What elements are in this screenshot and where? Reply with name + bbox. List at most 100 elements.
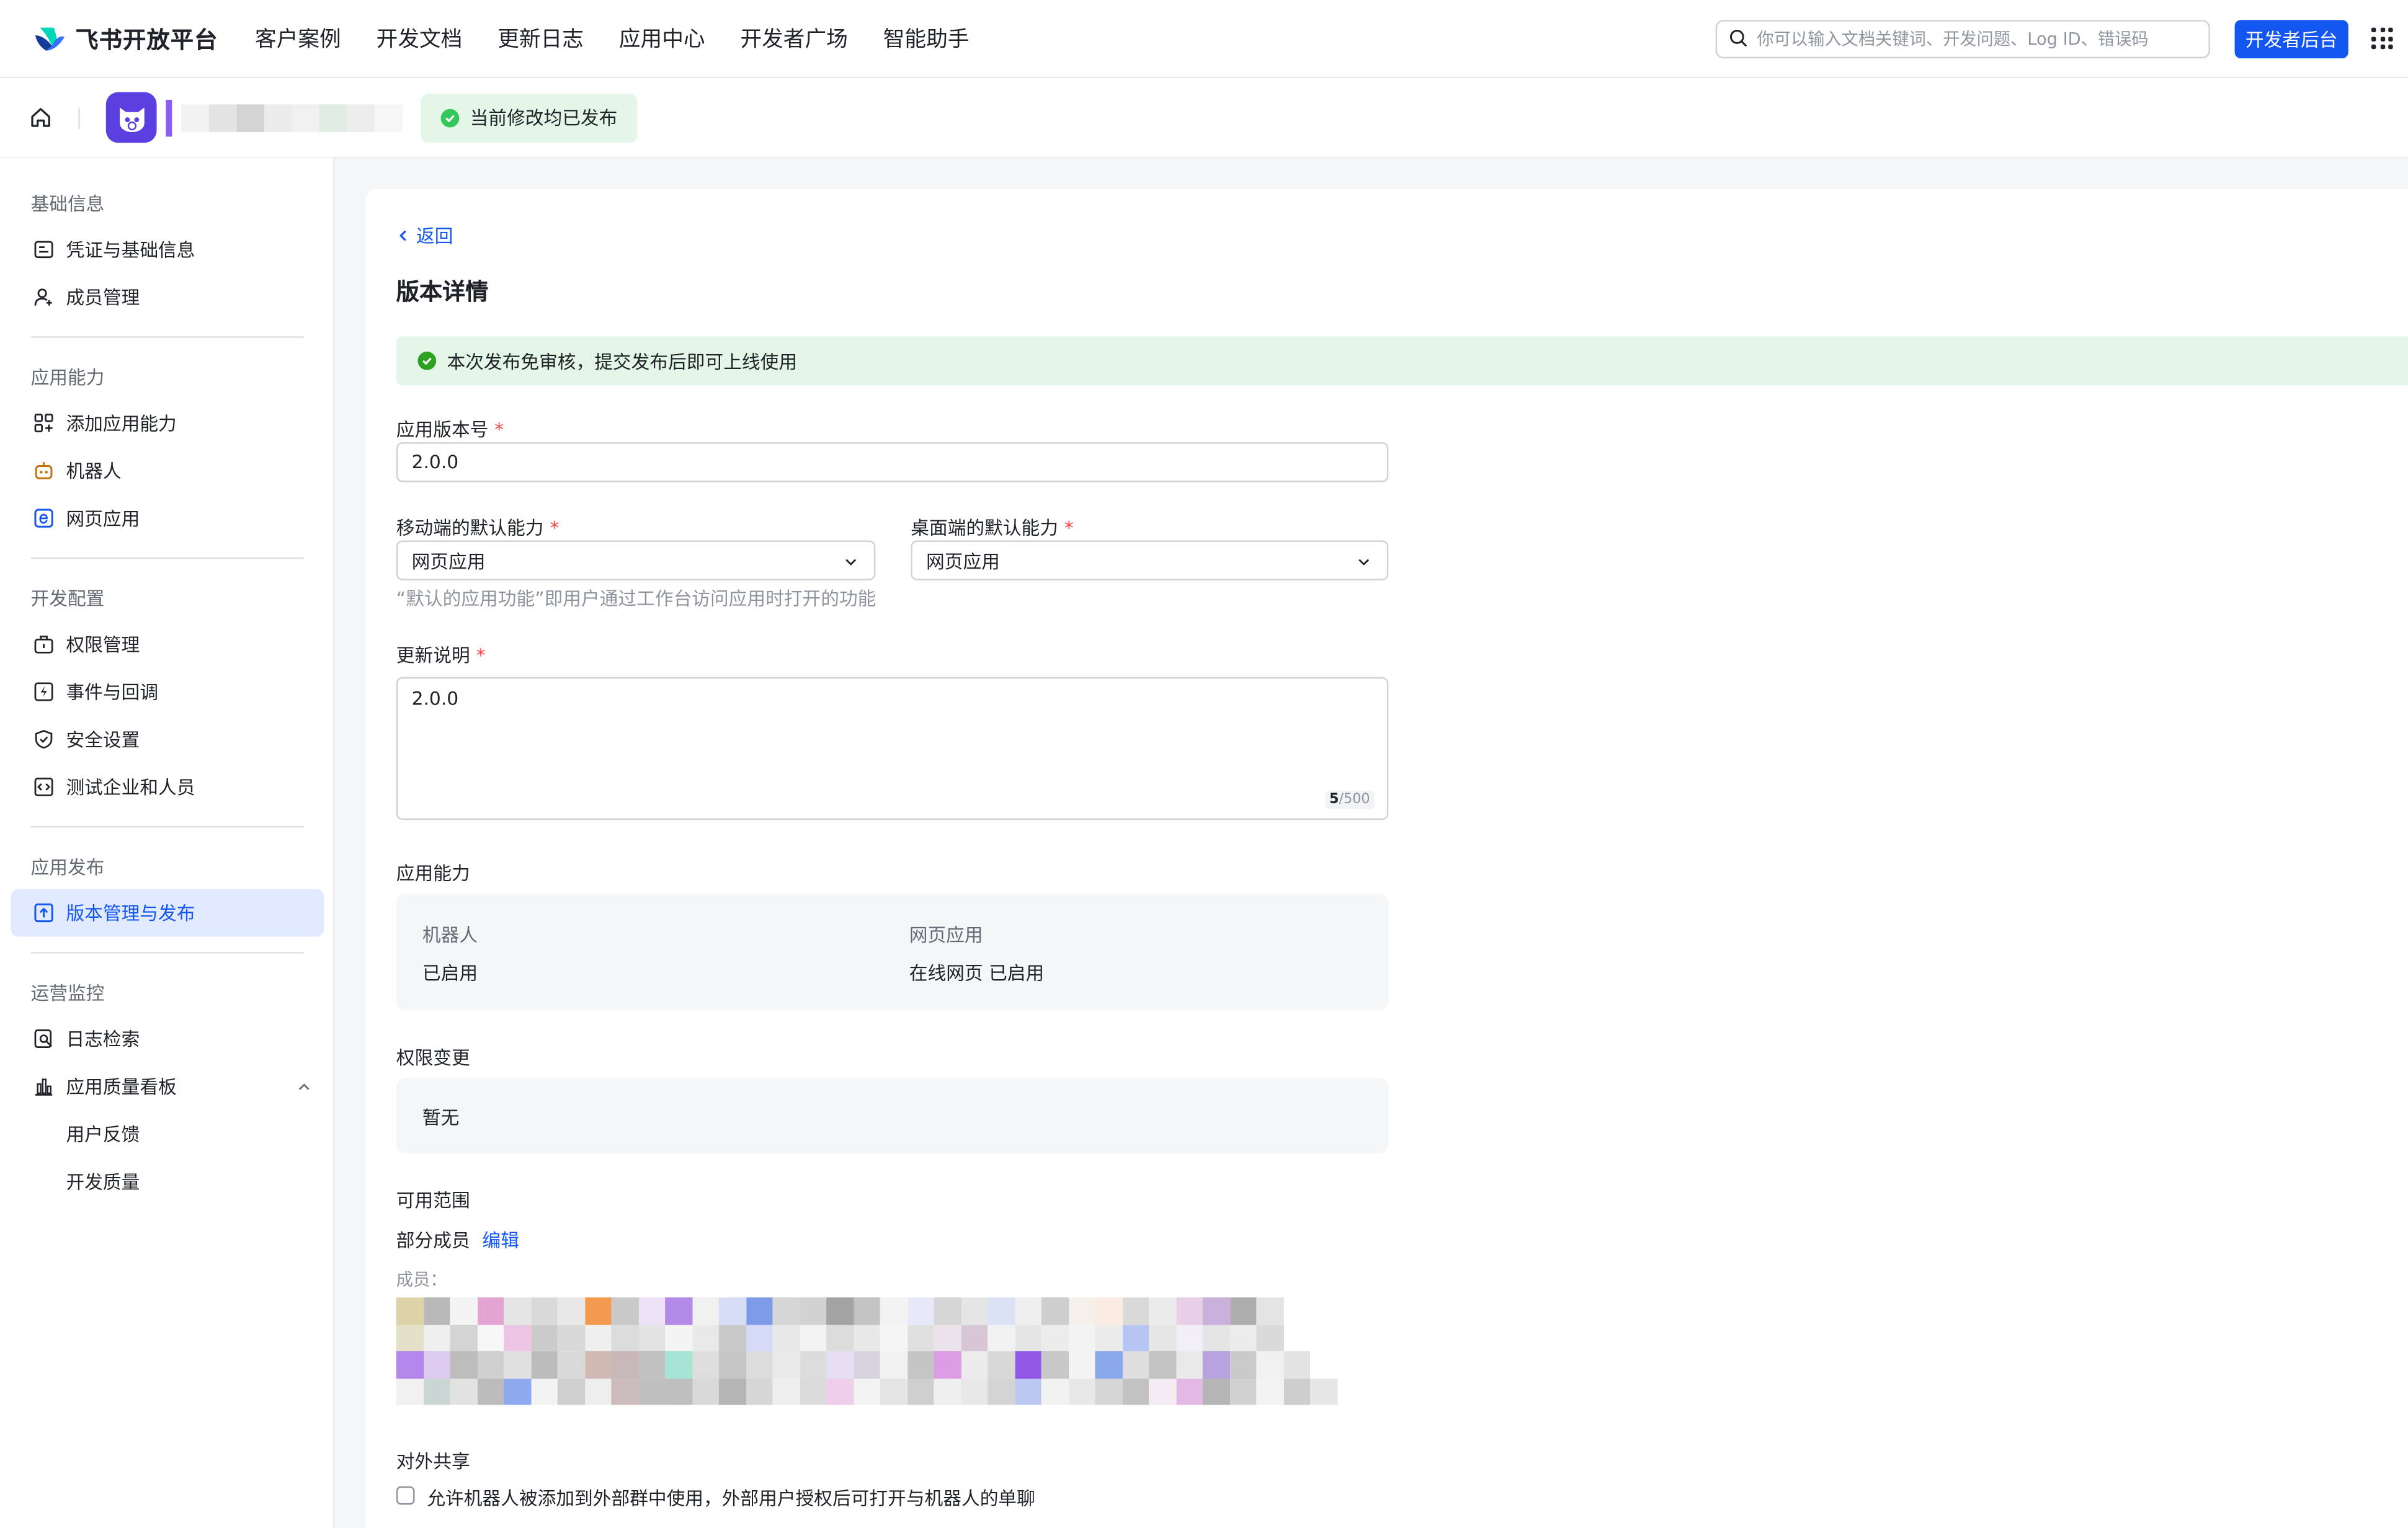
nav-ai-assistant[interactable]: 智能助手 — [883, 23, 970, 54]
app-root: 飞书开放平台 客户案例 开发文档 更新日志 应用中心 开发者广场 智能助手 你可… — [0, 0, 2408, 1528]
app-avatar — [105, 92, 157, 143]
sidebar-item-label: 网页应用 — [66, 508, 140, 530]
members-redacted-mosaic — [396, 1297, 1337, 1405]
no-review-banner: 本次发布免审核，提交发布后即可上线使用 — [396, 336, 2408, 386]
sidebar-item-version-release[interactable]: 版本管理与发布 — [11, 889, 324, 937]
feishu-logo-icon — [35, 27, 65, 50]
sidebar-section-release: 应用发布 — [30, 856, 105, 878]
sidebar-item-webapp[interactable]: 网页应用 — [11, 494, 324, 542]
mobile-default-label: 移动端的默认能力 * — [396, 514, 559, 540]
nav-docs[interactable]: 开发文档 — [377, 23, 463, 54]
brand-name: 飞书开放平台 — [75, 25, 218, 53]
main-area: 返回 版本详情 本次发布免审核，提交发布后即可上线使用 应用版本号 * 2.0.0… — [334, 158, 2408, 1528]
sidebar-item-add-capability[interactable]: 添加应用能力 — [11, 399, 324, 447]
sidebar-divider — [30, 336, 305, 338]
required-mark: * — [476, 644, 486, 667]
capability-name: 机器人 — [422, 924, 478, 946]
sidebar-item-label: 机器人 — [66, 460, 122, 482]
chevron-up-icon[interactable] — [297, 1078, 312, 1094]
developer-console-button[interactable]: 开发者后台 — [2234, 19, 2348, 58]
sidebar-item-quality-board[interactable]: 应用质量看板 — [11, 1062, 324, 1110]
sidebar-item-label: 日志检索 — [66, 1028, 140, 1050]
version-label-text: 应用版本号 — [396, 419, 489, 441]
desktop-default-label: 桌面端的默认能力 * — [911, 514, 1073, 540]
mobile-default-value: 网页应用 — [411, 550, 486, 572]
chevron-left-icon — [399, 230, 406, 241]
search-placeholder: 你可以输入文档关键词、开发问题、Log ID、错误码 — [1757, 29, 2149, 50]
capability-box: 机器人 已启用 网页应用 在线网页 已启用 — [396, 894, 1389, 1011]
apps-grid-icon[interactable] — [2371, 27, 2393, 50]
version-value: 2.0.0 — [411, 451, 459, 473]
sidebar-item-label: 测试企业和人员 — [66, 776, 195, 799]
permission-change-box: 暂无 — [396, 1078, 1389, 1153]
apps-add-icon — [32, 412, 54, 434]
sidebar-item-label: 凭证与基础信息 — [66, 239, 195, 261]
sidebar-item-label: 版本管理与发布 — [66, 902, 195, 925]
nav-app-center[interactable]: 应用中心 — [619, 23, 705, 54]
version-input[interactable]: 2.0.0 — [396, 442, 1389, 482]
sidebar-item-test-org[interactable]: 测试企业和人员 — [11, 763, 324, 811]
web-app-icon — [32, 507, 54, 529]
check-circle-icon — [440, 108, 460, 127]
sidebar-item-label: 安全设置 — [66, 729, 140, 751]
sidebar-section-capability: 应用能力 — [30, 366, 105, 388]
app-name-redacted — [166, 94, 403, 140]
scope-edit-link[interactable]: 编辑 — [483, 1230, 519, 1251]
sidebar-section-basic: 基础信息 — [30, 192, 105, 215]
sidebar-item-label: 添加应用能力 — [66, 413, 177, 435]
check-circle-icon — [417, 352, 437, 370]
nav-customer-cases[interactable]: 客户案例 — [255, 23, 341, 54]
shield-icon — [32, 729, 54, 750]
home-icon[interactable] — [29, 106, 52, 129]
back-link[interactable]: 返回 — [396, 223, 453, 249]
chevron-down-icon — [845, 559, 857, 566]
capability-status: 在线网页 已启用 — [909, 962, 1045, 985]
notes-label-text: 更新说明 — [396, 644, 470, 667]
required-mark: * — [494, 419, 504, 441]
sidebar-subitem-feedback[interactable]: 用户反馈 — [0, 1110, 333, 1158]
nav-changelog[interactable]: 更新日志 — [497, 23, 584, 54]
notes-textarea[interactable]: 2.0.0 5/500 — [396, 677, 1389, 820]
sidebar: 基础信息 凭证与基础信息 成员管理 应用能力 添加应用能力 机器人 网页应用 开… — [0, 158, 335, 1528]
permission-change-label: 权限变更 — [396, 1047, 470, 1069]
app-header-bar: 当前修改均已发布 — [0, 78, 2408, 159]
publish-status-badge: 当前修改均已发布 — [421, 92, 638, 143]
sidebar-divider — [30, 557, 305, 559]
brand-logo[interactable]: 飞书开放平台 — [33, 22, 218, 55]
mobile-default-select[interactable]: 网页应用 — [396, 540, 876, 580]
char-counter: 5/500 — [1324, 791, 1375, 809]
back-label: 返回 — [416, 225, 453, 247]
mobile-default-label-text: 移动端的默认能力 — [396, 517, 544, 540]
sidebar-item-security[interactable]: 安全设置 — [11, 716, 324, 763]
scope-label: 可用范围 — [396, 1189, 470, 1212]
sidebar-item-credentials[interactable]: 凭证与基础信息 — [11, 226, 324, 273]
sidebar-item-label: 应用质量看板 — [66, 1076, 177, 1098]
capability-status: 已启用 — [422, 962, 478, 985]
sidebar-divider — [30, 826, 305, 828]
event-icon — [32, 681, 54, 703]
desktop-default-value: 网页应用 — [926, 550, 1000, 572]
sidebar-item-log-search[interactable]: 日志检索 — [11, 1015, 324, 1063]
search-input[interactable]: 你可以输入文档关键词、开发问题、Log ID、错误码 — [1715, 19, 2210, 58]
sidebar-item-bot[interactable]: 机器人 — [11, 447, 324, 495]
sidebar-item-label: 事件与回调 — [66, 682, 159, 704]
scope-row: 部分成员 编辑 — [396, 1227, 519, 1253]
sidebar-section-monitoring: 运营监控 — [30, 982, 105, 1004]
capability-label: 应用能力 — [396, 863, 470, 885]
external-share-checkbox[interactable] — [396, 1486, 415, 1505]
nav-developer-plaza[interactable]: 开发者广场 — [740, 23, 847, 54]
sidebar-item-events[interactable]: 事件与回调 — [11, 668, 324, 716]
sidebar-item-permissions[interactable]: 权限管理 — [11, 620, 324, 668]
char-count: 5 — [1329, 792, 1339, 808]
default-capability-hint: “默认的应用功能”即用户通过工作台访问应用时打开的功能 — [396, 588, 876, 610]
scope-value: 部分成员 — [396, 1230, 470, 1251]
sidebar-item-members[interactable]: 成员管理 — [11, 273, 324, 321]
permission-change-value: 暂无 — [422, 1107, 460, 1129]
id-card-icon — [32, 239, 54, 260]
sidebar-subitem-dev-quality[interactable]: 开发质量 — [0, 1158, 333, 1206]
desktop-default-select[interactable]: 网页应用 — [911, 540, 1389, 580]
notes-value: 2.0.0 — [411, 688, 459, 709]
members-label: 成员： — [396, 1269, 447, 1290]
top-navbar: 飞书开放平台 客户案例 开发文档 更新日志 应用中心 开发者广场 智能助手 你可… — [0, 0, 2408, 79]
user-add-icon — [32, 286, 54, 308]
